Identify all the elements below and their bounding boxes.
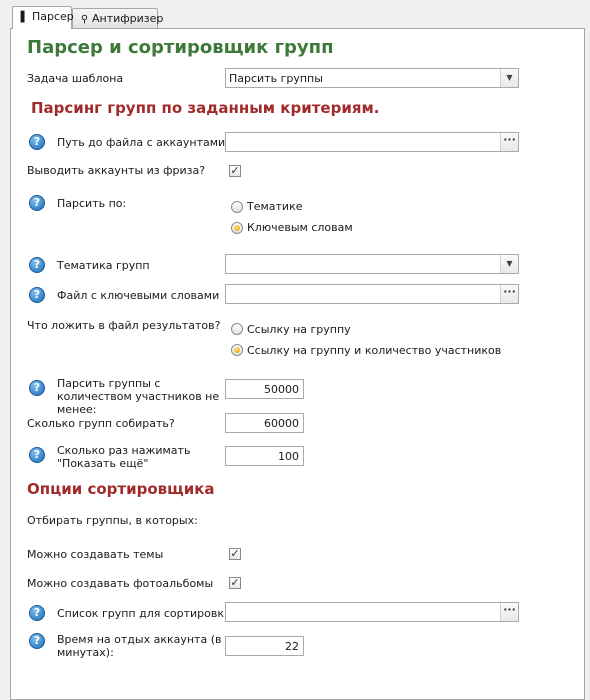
- min-members-label: Парсить группы с количеством участников …: [57, 377, 220, 416]
- sort-list-label: Список групп для сортировки: [57, 607, 232, 620]
- tab-antifreezer-label: Антифризер: [92, 12, 164, 25]
- template-dropdown[interactable]: Парсить группы ▼: [225, 68, 519, 88]
- topic-label: Тематика групп: [57, 259, 150, 272]
- browse-sort-list-button[interactable]: ···: [500, 603, 518, 621]
- help-icon[interactable]: ?: [29, 287, 45, 303]
- can-albums-label: Можно создавать фотоальбомы: [27, 577, 214, 590]
- accounts-file-label: Путь до файла с аккаунтами: [57, 136, 226, 149]
- template-value: Парсить группы: [229, 72, 323, 85]
- tab-antifreezer[interactable]: ⚲ Антифризер: [72, 8, 163, 28]
- min-members-input[interactable]: 50000: [225, 379, 304, 399]
- browse-accounts-button[interactable]: ···: [500, 133, 518, 151]
- radio-link-count-label[interactable]: Ссылку на группу и количество участников: [247, 344, 501, 357]
- template-label: Задача шаблона: [27, 72, 124, 85]
- keywords-file-label: Файл с ключевыми словами: [57, 289, 220, 302]
- sort-list-field[interactable]: ···: [225, 602, 519, 622]
- radio-topic-label[interactable]: Тематике: [247, 200, 303, 213]
- chevron-down-icon[interactable]: ▼: [500, 255, 518, 273]
- rest-time-input[interactable]: 22: [225, 636, 304, 656]
- can-topics-checkbox[interactable]: ✓: [229, 548, 241, 560]
- radio-keywords-label[interactable]: Ключевым словам: [247, 221, 353, 234]
- check-icon: ✓: [230, 164, 240, 177]
- check-icon: ✓: [230, 547, 240, 560]
- freeze-label: Выводить аккаунты из фриза?: [27, 164, 206, 177]
- help-icon[interactable]: ?: [29, 134, 45, 150]
- browse-keywords-button[interactable]: ···: [500, 285, 518, 303]
- section-parsing-title: Парсинг групп по заданным критериям.: [31, 99, 380, 117]
- keywords-file-field[interactable]: ···: [225, 284, 519, 304]
- help-icon[interactable]: ?: [29, 195, 45, 211]
- section-sorter-title: Опции сортировщика: [27, 480, 215, 498]
- radio-link[interactable]: [231, 323, 243, 335]
- show-more-input[interactable]: 100: [225, 446, 304, 466]
- check-icon: ✓: [230, 576, 240, 589]
- radio-link-count[interactable]: [231, 344, 243, 356]
- radio-topic[interactable]: [231, 201, 243, 213]
- show-more-label: Сколько раз нажимать "Показать ещё": [57, 444, 191, 470]
- radio-keywords[interactable]: [231, 222, 243, 234]
- accounts-file-field[interactable]: ···: [225, 132, 519, 152]
- groups-count-label: Сколько групп собирать?: [27, 417, 175, 430]
- tab-parser[interactable]: ▌ Парсер: [12, 6, 74, 29]
- tab-parser-label: Парсер: [32, 10, 74, 23]
- result-content-label: Что ложить в файл результатов?: [27, 319, 221, 332]
- groups-count-input[interactable]: 60000: [225, 413, 304, 433]
- filter-intro-label: Отбирать группы, в которых:: [27, 514, 198, 527]
- help-icon[interactable]: ?: [29, 605, 45, 621]
- settings-panel: Парсер и сортировщик групп Задача шаблон…: [10, 28, 585, 700]
- help-icon[interactable]: ?: [29, 447, 45, 463]
- can-albums-checkbox[interactable]: ✓: [229, 577, 241, 589]
- parse-by-label: Парсить по:: [57, 197, 127, 210]
- topic-dropdown[interactable]: ▼: [225, 254, 519, 274]
- page-title: Парсер и сортировщик групп: [27, 37, 334, 58]
- rest-time-label: Время на отдых аккаунта (в минутах):: [57, 633, 222, 659]
- magnifier-icon: ⚲: [80, 14, 89, 25]
- parser-tab-icon: ▌: [20, 12, 29, 23]
- radio-link-label[interactable]: Ссылку на группу: [247, 323, 351, 336]
- help-icon[interactable]: ?: [29, 257, 45, 273]
- can-topics-label: Можно создавать темы: [27, 548, 164, 561]
- tab-strip: ▌ Парсер ⚲ Антифризер: [0, 0, 590, 29]
- help-icon[interactable]: ?: [29, 380, 45, 396]
- help-icon[interactable]: ?: [29, 633, 45, 649]
- chevron-down-icon[interactable]: ▼: [500, 69, 518, 87]
- freeze-checkbox[interactable]: ✓: [229, 165, 241, 177]
